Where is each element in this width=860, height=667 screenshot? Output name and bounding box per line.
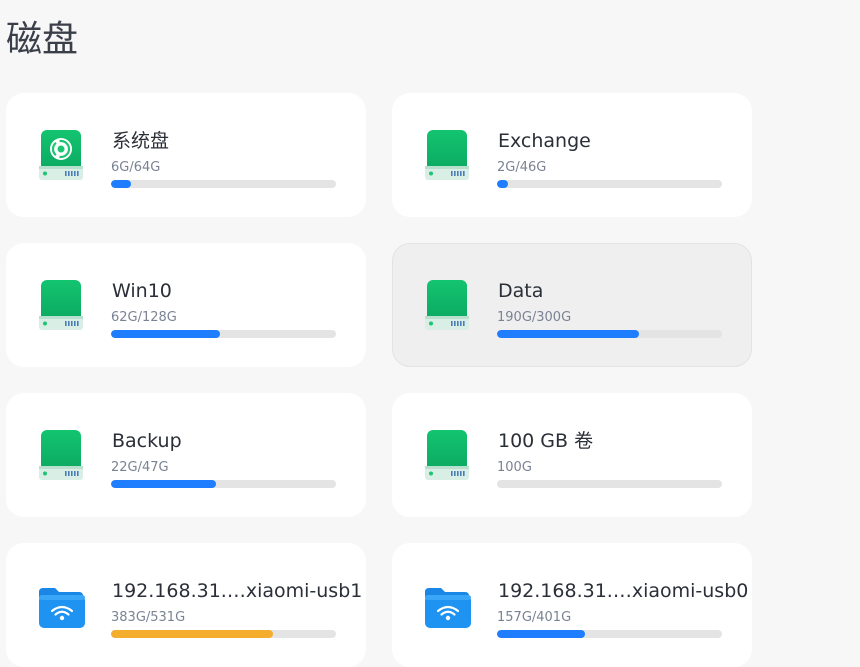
drive-icon	[421, 428, 473, 484]
disk-usage: 2G/46G	[497, 160, 547, 175]
disk-card-5[interactable]: 100 GB 卷 100G	[392, 393, 752, 517]
disk-usage: 6G/64G	[111, 160, 161, 175]
disk-card-3[interactable]: Data 190G/300G	[392, 243, 752, 367]
usage-bar-fill	[111, 330, 220, 338]
usage-bar	[111, 480, 336, 488]
usage-bar	[111, 180, 336, 188]
disk-grid: 系统盘 6G/64G Exchange 2G/46G Win10 62G/128…	[6, 93, 752, 667]
disk-usage: 190G/300G	[497, 310, 572, 325]
network-folder-icon	[35, 578, 87, 634]
disk-name: 系统盘	[112, 130, 170, 152]
disk-name: 100 GB 卷	[498, 430, 594, 452]
usage-bar	[497, 480, 722, 488]
disk-usage: 100G	[497, 460, 532, 475]
disk-usage: 22G/47G	[111, 460, 169, 475]
drive-icon	[421, 128, 473, 184]
disk-name: Backup	[112, 430, 182, 452]
disk-name: 192.168.31.…xiaomi-usb0	[498, 580, 749, 602]
network-folder-icon	[421, 578, 473, 634]
usage-bar	[497, 180, 722, 188]
drive-icon	[35, 428, 87, 484]
disk-card-6[interactable]: 192.168.31.…xiaomi-usb1 383G/531G	[6, 543, 366, 667]
disk-card-0[interactable]: 系统盘 6G/64G	[6, 93, 366, 217]
disk-card-7[interactable]: 192.168.31.…xiaomi-usb0 157G/401G	[392, 543, 752, 667]
disk-name: 192.168.31.…xiaomi-usb1	[112, 580, 363, 602]
usage-bar	[497, 330, 722, 338]
disk-card-1[interactable]: Exchange 2G/46G	[392, 93, 752, 217]
drive-icon	[35, 278, 87, 334]
disk-name: Data	[498, 280, 544, 302]
disk-card-2[interactable]: Win10 62G/128G	[6, 243, 366, 367]
usage-bar-fill	[497, 330, 640, 338]
usage-bar	[111, 330, 336, 338]
usage-bar-fill	[111, 180, 132, 188]
disk-name: Exchange	[498, 130, 591, 152]
disk-card-4[interactable]: Backup 22G/47G	[6, 393, 366, 517]
disk-usage: 62G/128G	[111, 310, 177, 325]
system-drive-icon	[35, 128, 87, 184]
disk-usage: 157G/401G	[497, 610, 572, 625]
disk-name: Win10	[112, 280, 172, 302]
disk-usage: 383G/531G	[111, 610, 186, 625]
usage-bar-fill	[111, 630, 274, 638]
usage-bar	[497, 630, 722, 638]
usage-bar	[111, 630, 336, 638]
usage-bar-fill	[497, 180, 509, 188]
page-title: 磁盘	[6, 19, 79, 60]
usage-bar-fill	[497, 630, 586, 638]
drive-icon	[421, 278, 473, 334]
usage-bar-fill	[111, 480, 217, 488]
